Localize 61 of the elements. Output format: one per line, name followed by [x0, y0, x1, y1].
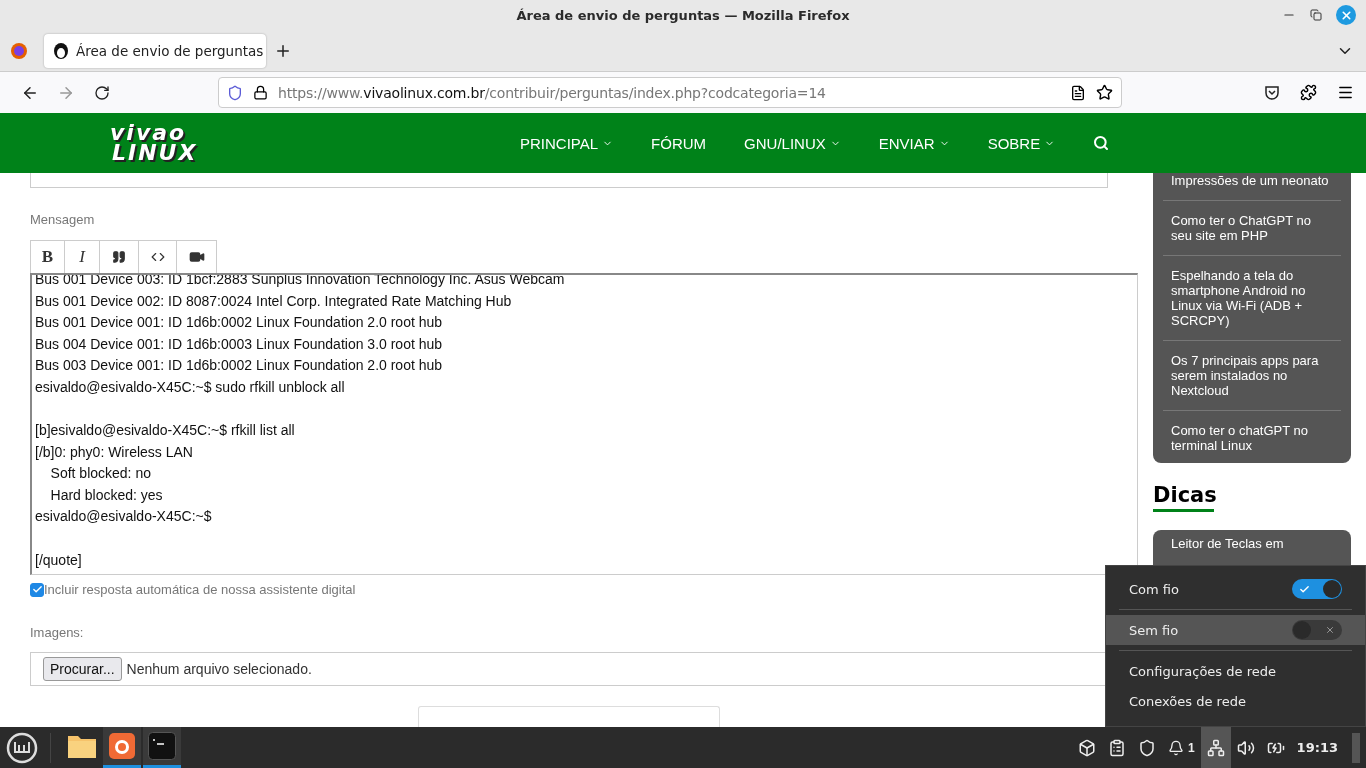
- menu-item[interactable]: Com fio: [1106, 574, 1365, 604]
- article-link[interactable]: Espelhando a tela do smartphone Android no Linux via Wi-Fi (ADB + SCRCPY): [1163, 256, 1341, 341]
- clock: 19:13: [1296, 740, 1338, 755]
- browse-button[interactable]: Procurar...: [43, 657, 122, 681]
- article-link[interactable]: Como ter o ChatGPT no seu site em PHP: [1163, 201, 1341, 256]
- search-icon[interactable]: [1093, 135, 1110, 151]
- close-button[interactable]: [1336, 5, 1356, 25]
- reload-icon[interactable]: [94, 84, 110, 101]
- reader-view-icon[interactable]: [1070, 84, 1086, 101]
- nav-link[interactable]: ENVIAR: [878, 134, 950, 152]
- menu-item[interactable]: Configurações de rede: [1106, 656, 1365, 686]
- clipboard-icon[interactable]: [1107, 738, 1126, 757]
- checkbox[interactable]: [30, 582, 44, 597]
- article-link[interactable]: Como ter o chatGPT no terminal Linux: [1163, 411, 1341, 463]
- shield-icon[interactable]: [1137, 738, 1156, 757]
- toggle-switch[interactable]: [1292, 620, 1342, 640]
- field-label: Mensagem: [30, 212, 96, 227]
- close-icon: [1339, 8, 1353, 22]
- bell-icon[interactable]: [1167, 739, 1184, 756]
- star-icon[interactable]: [1096, 84, 1113, 101]
- file-field[interactable]: Procurar... Nenhum arquivo selecionado.: [30, 652, 1108, 686]
- check-icon: [31, 584, 43, 595]
- shield-icon: [227, 84, 243, 101]
- pocket-icon[interactable]: [1264, 84, 1280, 101]
- folder-icon[interactable]: [67, 733, 97, 759]
- check-icon: [1299, 583, 1310, 595]
- url-text: https://www.vivaolinux.com.br/contribuir/perguntas/index.php?codcategoria=14: [278, 84, 827, 101]
- nav-link[interactable]: GNU/LINUX: [744, 134, 841, 152]
- text-field[interactable]: [30, 173, 1108, 188]
- window-title: Área de envio de perguntas — Mozilla Firefox: [516, 7, 850, 23]
- lock-icon: [253, 85, 268, 100]
- article-link[interactable]: Os 7 principais apps para serem instalados no Nextcloud: [1163, 341, 1341, 411]
- menu-item[interactable]: Conexões de rede: [1106, 686, 1365, 716]
- site-logo[interactable]: vivao LINUX: [110, 123, 230, 163]
- network-icon[interactable]: [1206, 738, 1225, 757]
- checkbox-label: Incluir resposta automática de nossa assistente digital: [44, 582, 356, 597]
- quote-icon: [112, 250, 126, 264]
- nav-link[interactable]: FÓRUM: [651, 134, 707, 152]
- address-bar[interactable]: https://www.vivaolinux.com.br/contribuir/perguntas/index.php?codcategoria=14: [218, 77, 1122, 108]
- notification-count: 1: [1187, 740, 1195, 755]
- article-link[interactable]: Impressões de um neonato: [1163, 173, 1341, 201]
- terminal-icon[interactable]: [148, 732, 176, 760]
- x-icon: [1325, 625, 1335, 635]
- box-icon[interactable]: [1077, 738, 1096, 757]
- toggle-switch[interactable]: [1292, 579, 1342, 599]
- volume-icon[interactable]: [1236, 738, 1255, 757]
- tip-link[interactable]: Leitor de Teclas em: [1171, 536, 1284, 551]
- menu-icon[interactable]: [1337, 84, 1354, 101]
- restore-icon[interactable]: [1310, 9, 1322, 21]
- menu-item[interactable]: Sem fio: [1106, 615, 1365, 645]
- format-button[interactable]: I: [65, 241, 100, 273]
- file-status: Nenhum arquivo selecionado.: [126, 661, 312, 677]
- nav-link[interactable]: SOBRE: [987, 134, 1056, 152]
- browser-tab[interactable]: Área de envio de perguntas: [44, 33, 266, 68]
- penguin-icon: [52, 41, 70, 60]
- section-heading: Dicas: [1153, 483, 1214, 512]
- extensions-icon[interactable]: [1300, 84, 1317, 101]
- video-camera-icon: [188, 249, 205, 265]
- format-button[interactable]: B: [31, 241, 65, 273]
- nav-link[interactable]: PRINCIPAL: [520, 134, 614, 152]
- code-icon: [150, 250, 165, 264]
